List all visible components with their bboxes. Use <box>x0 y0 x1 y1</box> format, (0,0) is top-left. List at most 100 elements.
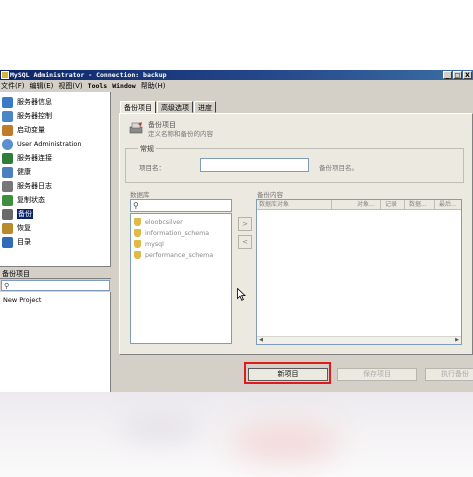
backup-icon <box>2 208 13 220</box>
menu-view[interactable]: 视图(V) <box>58 81 82 91</box>
backup-content-header: 数据库对象 对象... 记录 数据... 最后... <box>257 200 461 210</box>
menu-edit[interactable]: 编辑(E) <box>30 81 54 91</box>
column-header[interactable]: 数据... <box>407 200 435 210</box>
database-icon <box>134 218 141 226</box>
blur-decoration <box>120 412 200 442</box>
sidebar-item-label: 目录 <box>17 238 31 246</box>
sidebar-item-label: 复制状态 <box>17 196 45 204</box>
sidebar-item-server-logs[interactable]: 服务器日志 <box>2 180 52 192</box>
remove-schema-button[interactable]: < <box>238 235 252 249</box>
horizontal-scrollbar[interactable]: ◀ ▶ <box>257 336 461 344</box>
sidebar-item-label: 启动变量 <box>17 126 45 134</box>
window-controls: _ □ X <box>443 71 472 79</box>
backup-header-icon <box>129 122 143 134</box>
execute-backup-button[interactable]: 执行备份 <box>425 368 473 381</box>
sidebar-item-label: User Administration <box>17 140 82 148</box>
save-project-button[interactable]: 保存项目 <box>337 368 417 381</box>
project-list: New Project <box>0 292 111 392</box>
search-icon: ⚲ <box>4 282 10 290</box>
column-header[interactable]: 最后... <box>437 200 461 210</box>
backup-project-panel: 备份项目 定义名称和备份的内容 常规 项目名： 备份项目名。 数据库 ⚲ elo… <box>119 113 473 355</box>
scroll-left-icon[interactable]: ◀ <box>257 337 265 344</box>
tab-advanced-options[interactable]: 高级选项 <box>157 101 193 113</box>
sidebar-item-label: 备份 <box>17 209 33 219</box>
tab-progress[interactable]: 进度 <box>194 101 216 113</box>
restore-icon <box>2 222 13 234</box>
column-header[interactable]: 数据库对象 <box>257 200 332 210</box>
sidebar-item-server-info[interactable]: 服务器信息 <box>2 96 52 108</box>
sidebar-item-health[interactable]: 健康 <box>2 166 31 178</box>
server-info-icon <box>2 96 13 108</box>
sidebar-item-label: 恢复 <box>17 224 31 232</box>
sidebar-item-label: 服务器信息 <box>17 98 52 106</box>
database-icon <box>134 251 141 259</box>
server-connections-icon <box>2 152 13 164</box>
schema-item[interactable]: information_schema <box>134 228 209 238</box>
projects-header: 备份项目 <box>0 269 111 279</box>
menu-file[interactable]: 文件(F) <box>1 81 25 91</box>
schemata-search-input[interactable]: ⚲ <box>130 199 232 212</box>
menu-help[interactable]: 帮助(H) <box>141 81 166 91</box>
schema-name: information_schema <box>145 229 210 237</box>
sidebar-item-catalogs[interactable]: 目录 <box>2 236 31 248</box>
health-icon <box>2 166 13 178</box>
panel-subtitle: 定义名称和备份的内容 <box>148 130 213 138</box>
project-name-input[interactable] <box>200 158 309 172</box>
sidebar-item-replication-status[interactable]: 复制状态 <box>2 194 45 206</box>
menu-window[interactable]: Window <box>112 81 135 91</box>
sidebar-item-label: 服务器连接 <box>17 154 52 162</box>
replication-icon <box>2 194 13 206</box>
search-icon: ⚲ <box>133 201 139 210</box>
general-group: 常规 项目名： 备份项目名。 <box>125 144 464 183</box>
minimize-button[interactable]: _ <box>443 71 452 79</box>
window-title: MySQL Administrator - Connection: backup <box>10 71 167 79</box>
highlight-annotation <box>244 362 331 384</box>
server-control-icon <box>2 110 13 122</box>
general-legend: 常规 <box>138 144 156 154</box>
server-logs-icon <box>2 180 13 192</box>
close-button[interactable]: X <box>463 71 472 79</box>
mouse-cursor-icon <box>237 288 246 301</box>
schema-item[interactable]: eloobcsilver <box>134 217 183 227</box>
schemata-label: 数据库 <box>130 191 150 199</box>
add-schema-button[interactable]: > <box>238 217 252 231</box>
scroll-right-icon[interactable]: ▶ <box>453 337 461 344</box>
schemata-list: eloobcsilver information_schema mysql pe… <box>130 213 232 344</box>
sidebar-item-startup-variables[interactable]: 启动变量 <box>2 124 45 136</box>
app-icon <box>1 71 9 79</box>
column-header[interactable]: 记录 <box>383 200 405 210</box>
catalogs-icon <box>2 236 13 248</box>
database-icon <box>134 229 141 237</box>
sidebar-item-label: 服务器控制 <box>17 112 52 120</box>
sidebar-item-label: 健康 <box>17 168 31 176</box>
schema-item[interactable]: mysql <box>134 239 164 249</box>
project-name-hint: 备份项目名。 <box>319 164 358 172</box>
title-bar[interactable]: MySQL Administrator - Connection: backup… <box>0 70 473 80</box>
schema-name: performance_schema <box>145 251 214 259</box>
user-admin-icon <box>2 138 13 150</box>
startup-variables-icon <box>2 124 13 136</box>
sidebar-item-server-connections[interactable]: 服务器连接 <box>2 152 52 164</box>
column-header[interactable]: 对象... <box>355 200 381 210</box>
maximize-button[interactable]: □ <box>453 71 462 79</box>
project-item[interactable]: New Project <box>3 296 41 304</box>
schema-name: eloobcsilver <box>145 218 183 226</box>
menu-bar: 文件(F) 编辑(E) 视图(V) Tools Window 帮助(H) <box>0 81 473 91</box>
bottom-background <box>0 392 473 477</box>
schema-item[interactable]: performance_schema <box>134 250 213 260</box>
top-background <box>0 0 473 70</box>
backup-content-tree[interactable]: 数据库对象 对象... 记录 数据... 最后... ◀ ▶ <box>256 199 462 345</box>
app-window: MySQL Administrator - Connection: backup… <box>0 70 473 392</box>
database-icon <box>134 240 141 248</box>
sidebar-item-user-administration[interactable]: User Administration <box>2 138 81 150</box>
project-search-input[interactable]: ⚲ <box>1 280 110 291</box>
tab-bar: 备份项目 高级选项 进度 <box>120 101 217 114</box>
sidebar-item-backup[interactable]: 备份 <box>2 208 33 220</box>
backup-content-label: 备份内容 <box>257 191 283 199</box>
sidebar: 服务器信息 服务器控制 启动变量 User Administration 服务器… <box>0 92 111 267</box>
sidebar-item-server-control[interactable]: 服务器控制 <box>2 110 52 122</box>
sidebar-item-restore[interactable]: 恢复 <box>2 222 31 234</box>
blur-decoration <box>230 422 340 462</box>
schema-name: mysql <box>145 240 164 248</box>
menu-tools[interactable]: Tools <box>88 81 108 91</box>
